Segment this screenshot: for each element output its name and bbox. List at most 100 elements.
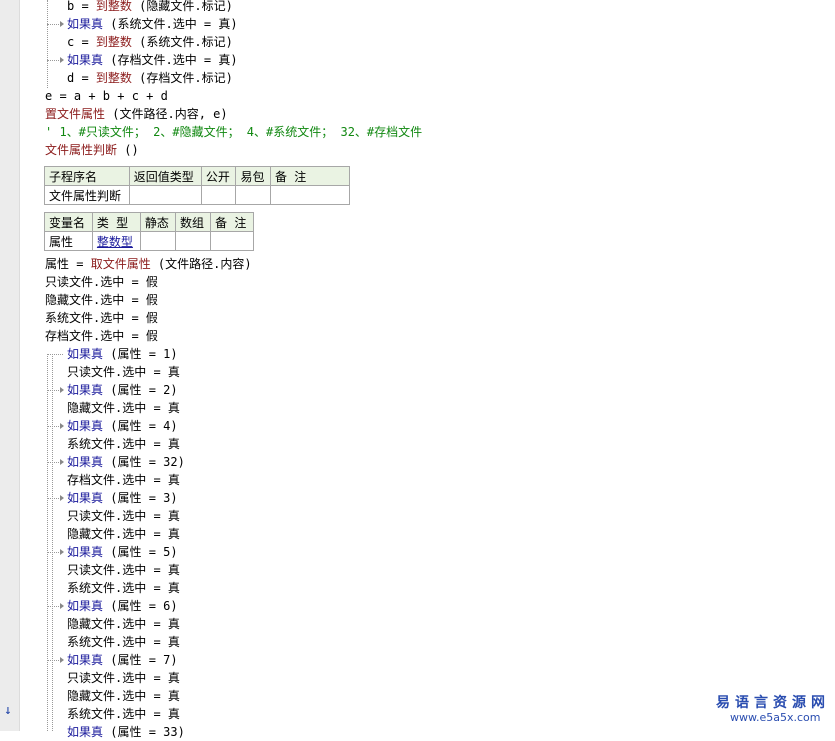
code-line[interactable]: 隐藏文件.选中 = 真 <box>67 615 180 633</box>
code-line[interactable]: 隐藏文件.选中 = 真 <box>67 525 180 543</box>
code-line[interactable]: 置文件属性 (文件路径.内容, e) <box>45 105 228 123</box>
tree-branch <box>47 24 61 25</box>
code-text: (属性 = 6) <box>103 599 178 613</box>
code-line[interactable]: 隐藏文件.选中 = 真 <box>67 687 180 705</box>
function-name: 到整数 <box>95 35 132 49</box>
table-cell[interactable] <box>174 231 212 251</box>
keyword: 如果真 <box>67 653 104 667</box>
code-line[interactable]: 只读文件.选中 = 真 <box>67 561 180 579</box>
code-line[interactable]: b = 到整数 (隐藏文件.标记) <box>67 0 233 15</box>
code-text: (属性 = 32) <box>103 455 185 469</box>
table-row[interactable]: 属性 整数型 <box>44 231 254 251</box>
keyword: 如果真 <box>67 545 104 559</box>
code-line[interactable]: 如果真 (属性 = 2) <box>67 381 178 399</box>
code-line[interactable]: 只读文件.选中 = 真 <box>67 363 180 381</box>
variable-table: 变量名 类 型 静态 数组 备 注 属性 整数型 <box>44 212 254 251</box>
table-cell[interactable]: 整数型 <box>91 231 141 251</box>
branch-arrow-icon <box>60 657 64 663</box>
tree-branch <box>47 498 61 499</box>
branch-arrow-icon <box>60 423 64 429</box>
table-header: 子程序名 <box>44 166 130 186</box>
code-text: (属性 = 5) <box>103 545 178 559</box>
code-line[interactable]: 只读文件.选中 = 真 <box>67 669 180 687</box>
code-text: (文件路径.内容) <box>150 257 252 271</box>
code-line[interactable]: 只读文件.选中 = 假 <box>45 273 158 291</box>
branch-arrow-icon <box>60 603 64 609</box>
code-line[interactable]: d = 到整数 (存档文件.标记) <box>67 69 233 87</box>
editor-gutter <box>0 0 20 731</box>
tree-branch <box>47 462 61 463</box>
code-line[interactable]: 如果真 (属性 = 7) <box>67 651 178 669</box>
subroutine-table: 子程序名 返回值类型 公开 易包 备 注 文件属性判断 <box>44 166 350 205</box>
code-line[interactable]: 系统文件.选中 = 真 <box>67 579 180 597</box>
tree-branch <box>47 606 61 607</box>
table-cell[interactable] <box>200 185 237 205</box>
code-line[interactable]: 只读文件.选中 = 真 <box>67 507 180 525</box>
code-line[interactable]: 文件属性判断 () <box>45 141 139 159</box>
table-cell[interactable]: 文件属性判断 <box>44 185 130 205</box>
code-line[interactable]: 系统文件.选中 = 真 <box>67 435 180 453</box>
code-text: d = <box>67 71 96 85</box>
code-text: (属性 = 2) <box>103 383 178 397</box>
code-text: (属性 = 4) <box>103 419 178 433</box>
code-text: (存档文件.标记) <box>131 71 233 85</box>
code-line[interactable]: 属性 = 取文件属性 (文件路径.内容) <box>45 255 252 273</box>
watermark-logo: 易语言资源网 <box>716 695 830 711</box>
branch-arrow-icon <box>60 459 64 465</box>
code-text: (隐藏文件.标记) <box>131 0 233 13</box>
code-line[interactable]: 系统文件.选中 = 真 <box>67 705 180 723</box>
table-cell[interactable] <box>270 185 350 205</box>
tree-branch <box>47 426 61 427</box>
function-name: 置文件属性 <box>45 107 106 121</box>
code-text: (属性 = 7) <box>103 653 178 667</box>
keyword: 如果真 <box>67 491 104 505</box>
code-line[interactable]: 存档文件.选中 = 真 <box>67 471 180 489</box>
tree-branch <box>47 552 61 553</box>
branch-arrow-icon <box>60 549 64 555</box>
code-text: () <box>117 143 139 157</box>
tree-guide <box>47 354 48 731</box>
branch-arrow-icon <box>60 21 64 27</box>
table-row[interactable]: 文件属性判断 <box>44 185 350 205</box>
code-line[interactable]: 系统文件.选中 = 假 <box>45 309 158 327</box>
branch-arrow-icon <box>60 57 64 63</box>
code-text: (文件路径.内容, e) <box>105 107 228 121</box>
code-line[interactable]: 隐藏文件.选中 = 真 <box>67 399 180 417</box>
tree-branch <box>47 660 61 661</box>
code-line[interactable]: 如果真 (属性 = 32) <box>67 453 185 471</box>
code-line[interactable]: 如果真 (属性 = 3) <box>67 489 178 507</box>
code-line[interactable]: 如果真 (存档文件.选中 = 真) <box>67 51 238 69</box>
code-line[interactable]: 如果真 (属性 = 5) <box>67 543 178 561</box>
code-line[interactable]: 存档文件.选中 = 假 <box>45 327 158 345</box>
type-link[interactable]: 整数型 <box>97 235 133 249</box>
table-cell[interactable] <box>210 231 254 251</box>
table-header: 易包 <box>235 166 271 186</box>
code-text: (存档文件.选中 = 真) <box>103 53 238 67</box>
keyword: 如果真 <box>67 347 104 361</box>
code-text: b = <box>67 0 96 13</box>
comment-line[interactable]: ' 1、#只读文件； 2、#隐藏文件； 4、#系统文件； 32、#存档文件 <box>45 123 422 141</box>
function-name: 到整数 <box>95 0 132 13</box>
table-header: 静态 <box>139 212 176 232</box>
table-cell[interactable] <box>139 231 176 251</box>
code-line[interactable]: 如果真 (系统文件.选中 = 真) <box>67 15 238 33</box>
table-cell[interactable]: 属性 <box>44 231 93 251</box>
table-header: 变量名 <box>44 212 93 232</box>
table-cell[interactable] <box>128 185 202 205</box>
tree-branch <box>47 60 61 61</box>
code-line[interactable]: e = a + b + c + d <box>45 87 168 105</box>
keyword: 如果真 <box>67 53 104 67</box>
code-line[interactable]: c = 到整数 (系统文件.标记) <box>67 33 233 51</box>
code-line[interactable]: 隐藏文件.选中 = 假 <box>45 291 158 309</box>
code-line[interactable]: 如果真 (属性 = 6) <box>67 597 178 615</box>
keyword: 如果真 <box>67 17 104 31</box>
table-header: 返回值类型 <box>128 166 202 186</box>
code-line[interactable]: 如果真 (属性 = 1) <box>67 345 178 363</box>
code-line[interactable]: 如果真 (属性 = 33) <box>67 723 185 741</box>
code-line[interactable]: 系统文件.选中 = 真 <box>67 633 180 651</box>
arrow-down-icon: ↓ <box>4 703 12 718</box>
table-cell[interactable] <box>235 185 271 205</box>
tree-branch <box>47 390 61 391</box>
table-header-row: 变量名 类 型 静态 数组 备 注 <box>44 212 254 232</box>
code-line[interactable]: 如果真 (属性 = 4) <box>67 417 178 435</box>
